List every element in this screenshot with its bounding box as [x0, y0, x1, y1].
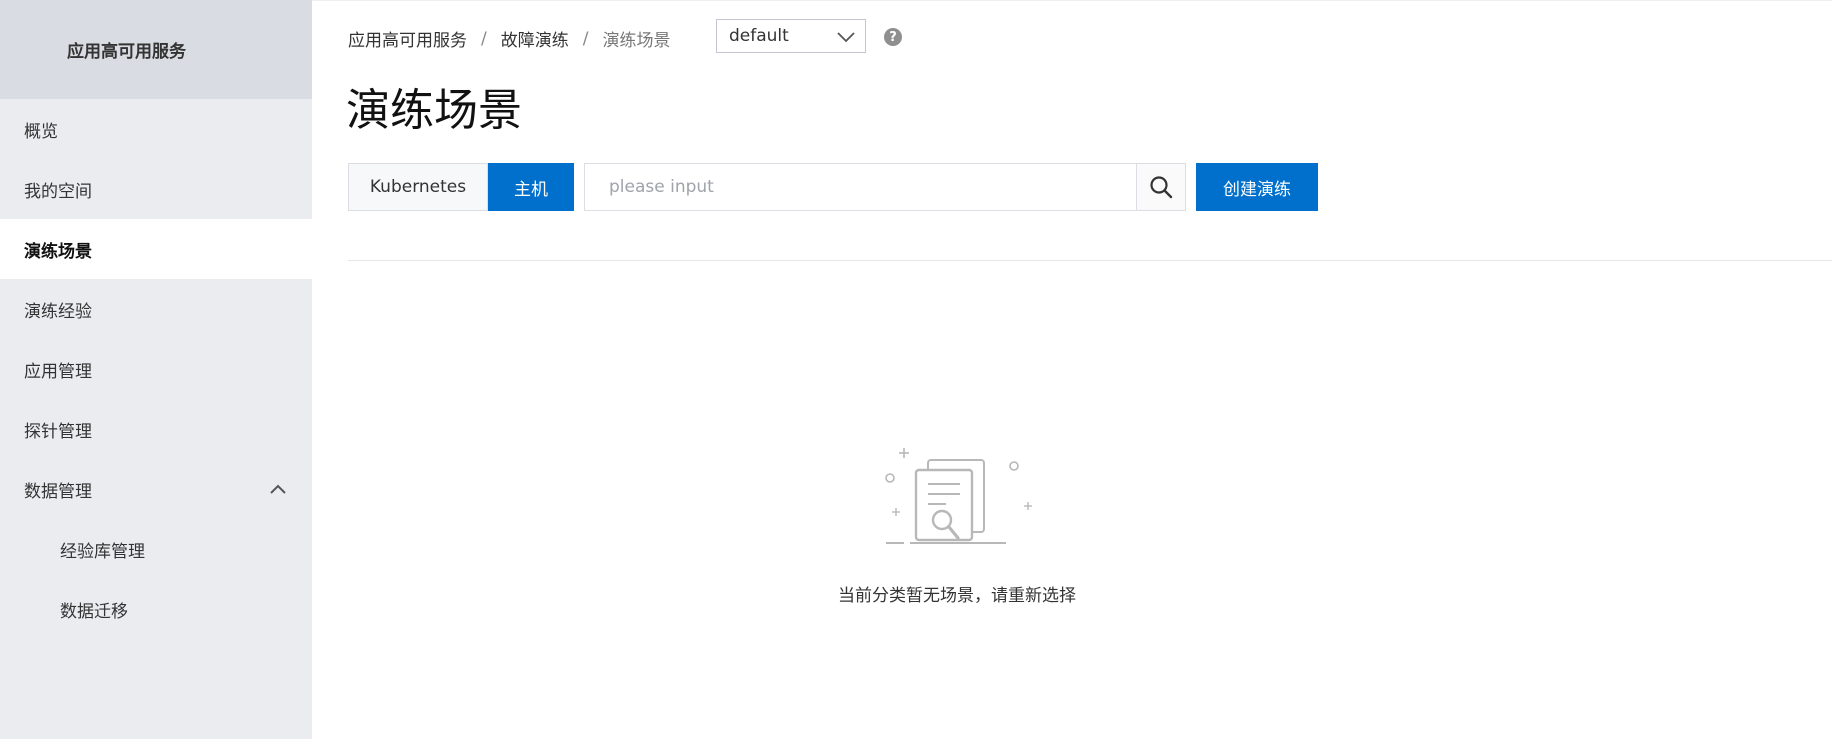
- search-button[interactable]: [1136, 163, 1186, 211]
- breadcrumb-separator: /: [481, 28, 487, 49]
- sidebar-item-drill-experience[interactable]: 演练经验: [0, 279, 312, 339]
- search-icon: [1150, 176, 1173, 199]
- sidebar-item-experience-library[interactable]: 经验库管理: [0, 519, 312, 579]
- sidebar-item-drill-scenarios[interactable]: 演练场景: [0, 219, 312, 279]
- empty-state-message: 当前分类暂无场景，请重新选择: [838, 586, 1076, 606]
- sidebar-item-app-management[interactable]: 应用管理: [0, 339, 312, 399]
- breadcrumb-item-fault-drill[interactable]: 故障演练: [501, 26, 569, 51]
- empty-state: 当前分类暂无场景，请重新选择: [812, 446, 1102, 616]
- sidebar-item-probe-management[interactable]: 探针管理: [0, 399, 312, 459]
- divider: [348, 260, 1832, 261]
- sidebar-item-overview[interactable]: 概览: [0, 99, 312, 159]
- app-window: 应用高可用服务 概览 我的空间 演练场景 演练经验 应用管理 探针管理 数据管理…: [0, 0, 1832, 739]
- search-input[interactable]: [584, 163, 1136, 211]
- breadcrumb-separator: /: [582, 28, 589, 49]
- main-content: 应用高可用服务 / 故障演练 / 演练场景 default ? 演练场景 Kub…: [312, 0, 1832, 739]
- sidebar-item-my-space[interactable]: 我的空间: [0, 159, 312, 219]
- help-icon[interactable]: ?: [884, 28, 902, 46]
- sidebar-item-data-migration[interactable]: 数据迁移: [0, 579, 312, 639]
- create-drill-button[interactable]: 创建演练: [1196, 163, 1318, 211]
- tab-kubernetes[interactable]: Kubernetes: [348, 163, 488, 211]
- sidebar-title: 应用高可用服务: [0, 0, 312, 99]
- empty-document-search-icon: [885, 448, 1032, 544]
- sidebar: 应用高可用服务 概览 我的空间 演练场景 演练经验 应用管理 探针管理 数据管理…: [0, 0, 312, 739]
- chevron-up-icon[interactable]: [268, 479, 288, 499]
- tab-host[interactable]: 主机: [488, 163, 574, 211]
- sidebar-item-data-management[interactable]: 数据管理: [0, 459, 312, 519]
- namespace-select-value: default: [729, 26, 789, 46]
- breadcrumb-item-current: 演练场景: [602, 31, 671, 51]
- page-title: 演练场景: [346, 85, 522, 136]
- breadcrumb-item-service[interactable]: 应用高可用服务: [348, 26, 467, 51]
- namespace-select[interactable]: default: [716, 19, 866, 53]
- sidebar-item-data-management-label: 数据管理: [24, 481, 92, 502]
- breadcrumb: 应用高可用服务 / 故障演练 / 演练场景: [348, 26, 671, 52]
- chevron-down-icon: [837, 32, 855, 43]
